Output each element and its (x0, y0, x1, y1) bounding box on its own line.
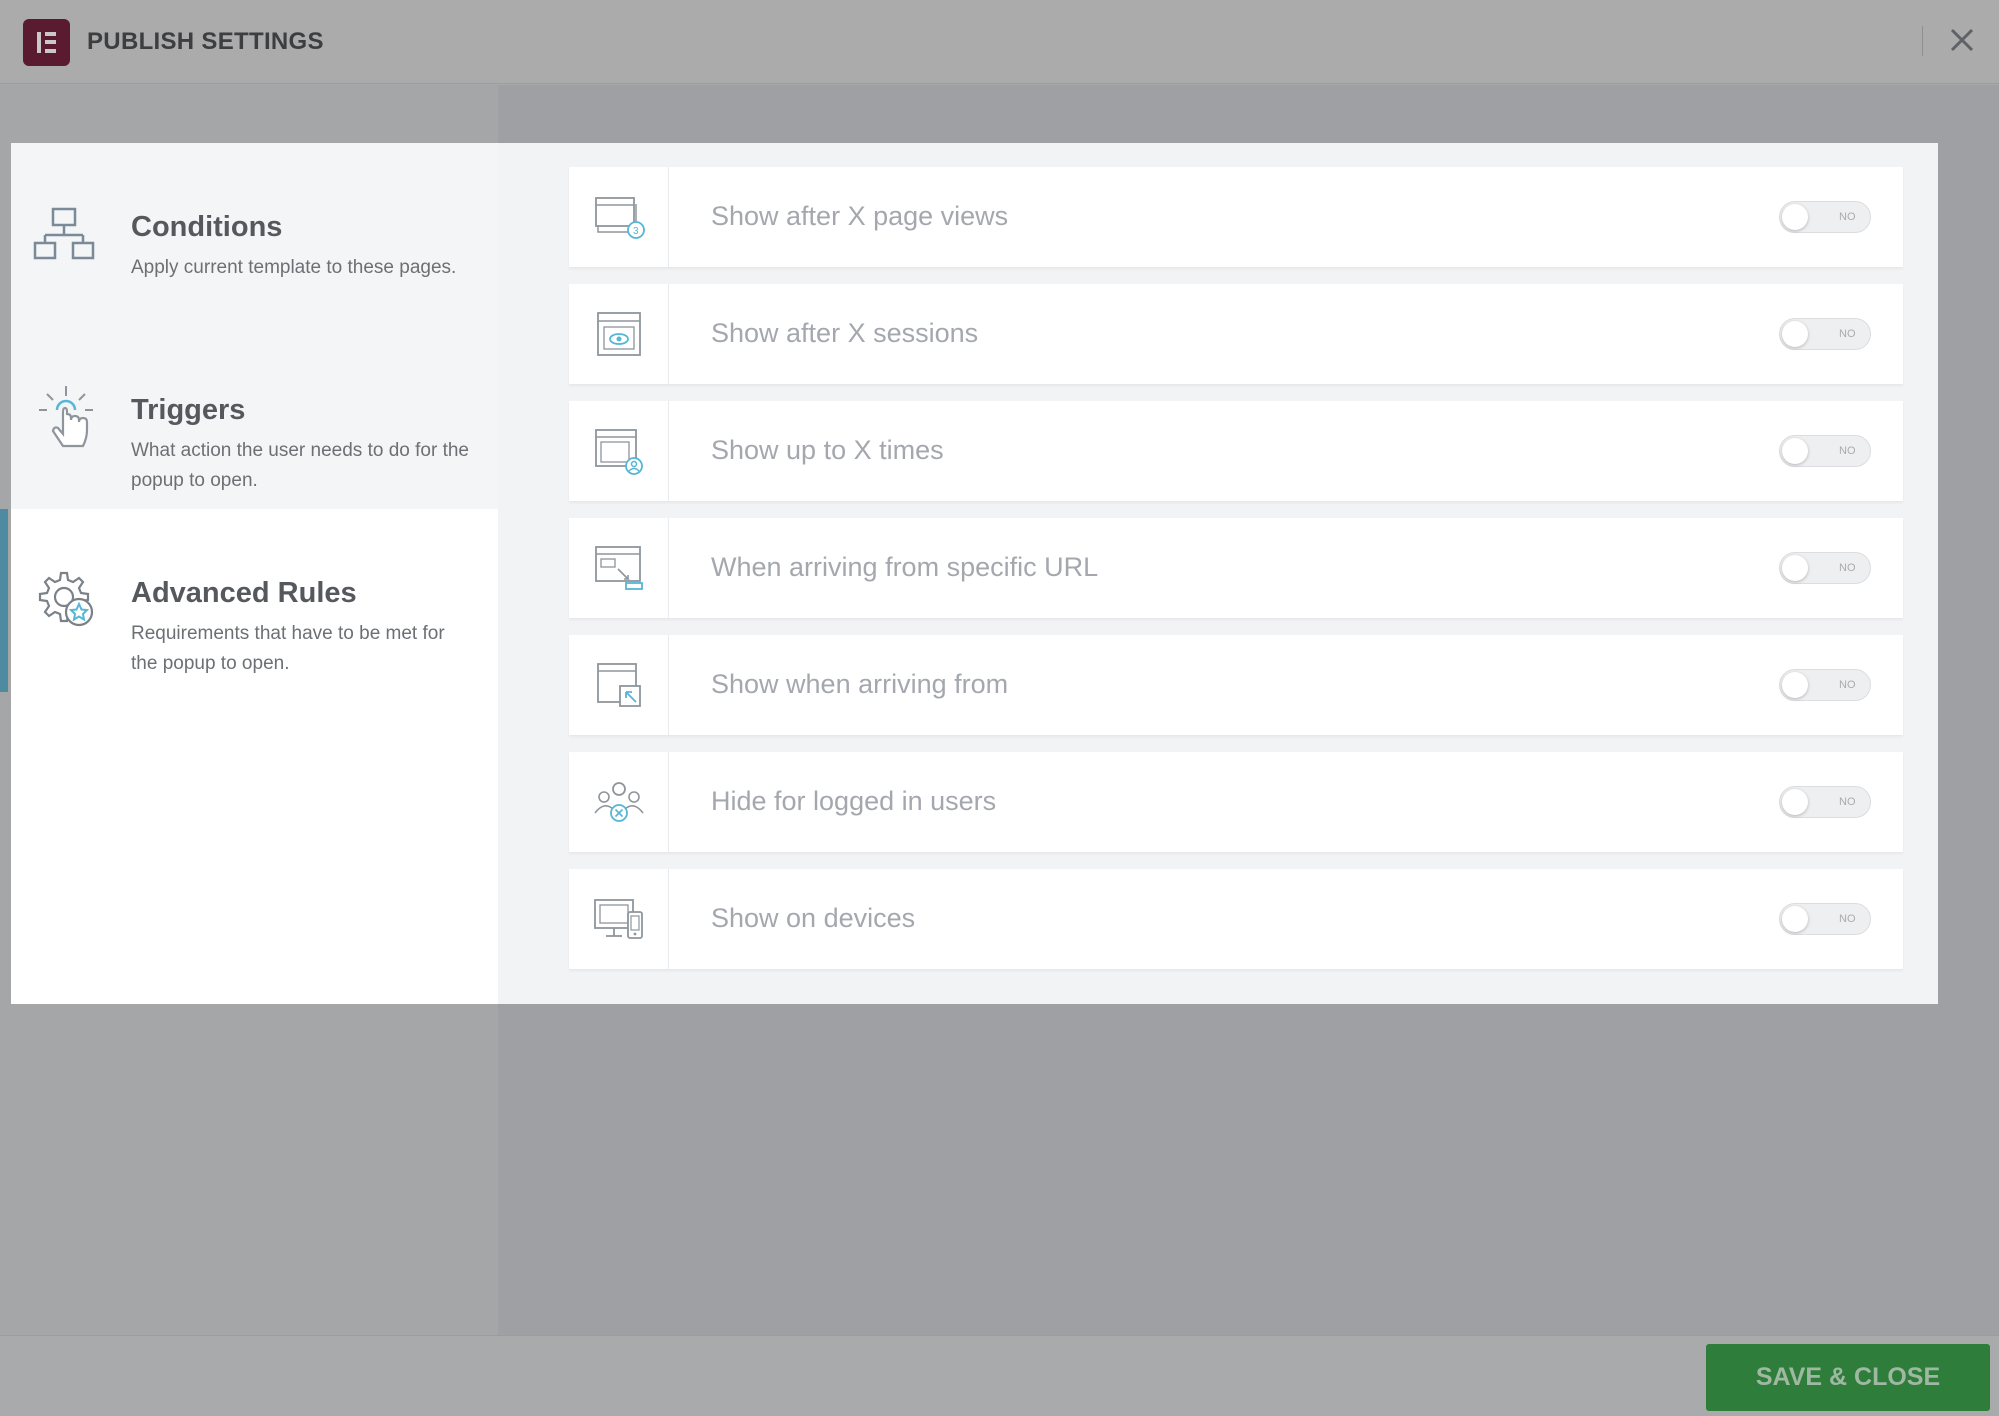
gear-star-icon (38, 571, 94, 627)
settings-menu: Conditions Apply current template to the… (0, 143, 498, 1004)
rule-row-devices: Show on devices NO (569, 869, 1903, 969)
close-button[interactable] (1944, 22, 1980, 58)
publish-settings-modal: Conditions Apply current template to the… (0, 143, 1938, 1004)
menu-item-description: What action the user needs to do for the… (131, 440, 469, 491)
menu-item-conditions[interactable]: Conditions Apply current template to the… (11, 143, 498, 326)
elementor-logo (23, 19, 70, 66)
sessions-icon (596, 312, 641, 356)
arriving-from-toggle[interactable]: NO (1779, 669, 1871, 701)
save-close-button[interactable]: SAVE & CLOSE (1706, 1344, 1990, 1411)
menu-item-title: Triggers (131, 394, 246, 426)
hand-click-icon (39, 386, 93, 448)
footer-bar: SAVE & CLOSE (0, 1335, 1999, 1416)
url-icon (594, 546, 643, 590)
rule-row-arriving-from: Show when arriving from NO (569, 635, 1903, 735)
rule-label: Show up to X times (711, 435, 944, 465)
menu-item-triggers[interactable]: Triggers What action the user needs to d… (11, 326, 498, 509)
rule-row-specific-url: When arriving from specific URL NO (569, 518, 1903, 618)
page-views-toggle[interactable]: NO (1779, 201, 1871, 233)
menu-item-description: Apply current template to these pages. (131, 257, 457, 278)
arriving-from-icon (596, 663, 641, 707)
times-icon (594, 429, 643, 475)
times-toggle[interactable]: NO (1779, 435, 1871, 467)
rule-label: When arriving from specific URL (711, 552, 1099, 582)
sessions-toggle[interactable]: NO (1779, 318, 1871, 350)
rule-row-times: Show up to X times NO (569, 401, 1903, 501)
rule-row-logged-in-users: Hide for logged in users NO (569, 752, 1903, 852)
page-title: PUBLISH SETTINGS (87, 28, 324, 55)
advanced-rules-list: 3 Show after X page views NO Show after … (498, 143, 1938, 1004)
rule-label: Show after X sessions (711, 318, 979, 348)
menu-item-description: Requirements that have to be met for the… (131, 623, 445, 674)
devices-toggle[interactable]: NO (1779, 903, 1871, 935)
sitemap-icon (33, 207, 95, 260)
menu-item-title: Advanced Rules (131, 577, 357, 609)
menu-item-advanced-rules[interactable]: Advanced Rules Requirements that have to… (0, 509, 498, 692)
page-views-icon: 3 (594, 197, 645, 239)
users-icon (593, 782, 644, 822)
menu-item-title: Conditions (131, 211, 283, 243)
rule-row-sessions: Show after X sessions NO (569, 284, 1903, 384)
rule-label: Show when arriving from (711, 669, 1009, 699)
header-bar: PUBLISH SETTINGS (0, 0, 1999, 84)
logged-in-users-toggle[interactable]: NO (1779, 786, 1871, 818)
header-divider (1922, 26, 1923, 56)
devices-icon (593, 899, 643, 939)
rule-label: Hide for logged in users (711, 786, 997, 816)
rule-row-page-views: 3 Show after X page views NO (569, 167, 1903, 267)
rule-label: Show on devices (711, 903, 916, 933)
specific-url-toggle[interactable]: NO (1779, 552, 1871, 584)
close-icon (1950, 28, 1974, 52)
rule-label: Show after X page views (711, 201, 1009, 231)
svg-text:3: 3 (633, 226, 639, 237)
